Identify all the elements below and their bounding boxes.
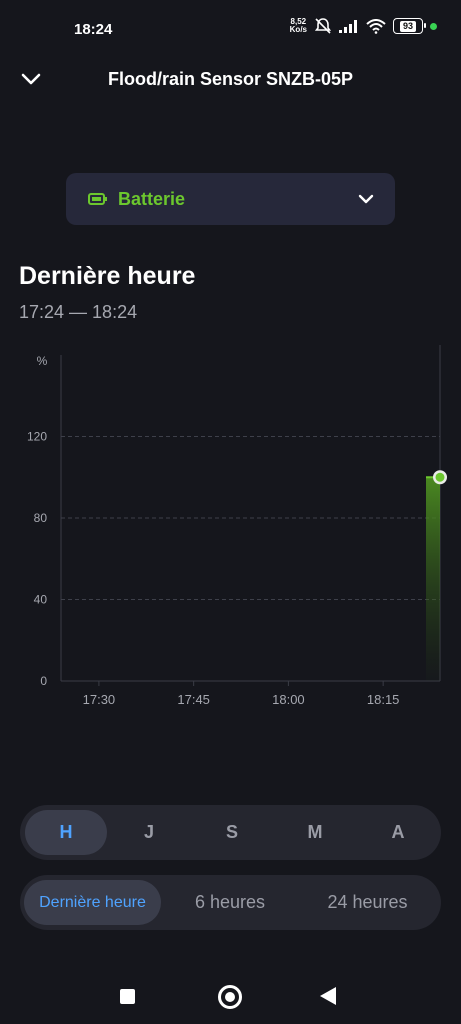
status-icons: 8,52 Ko/s 93 [290, 18, 437, 34]
tab-last-hour[interactable]: Dernière heure [24, 880, 161, 925]
status-bar: 18:24 8,52 Ko/s 93 [0, 0, 461, 60]
y-axis-unit-label: % [37, 354, 48, 368]
wifi-icon [366, 18, 386, 34]
x-tick-label: 17:45 [177, 692, 210, 707]
y-tick-label: 40 [34, 593, 48, 607]
range-tabs: Dernière heure 6 heures 24 heures [20, 875, 441, 930]
back-button[interactable] [320, 987, 336, 1005]
battery-icon [88, 193, 107, 205]
tab-year[interactable]: A [357, 810, 439, 855]
y-tick-label: 80 [34, 511, 48, 525]
network-speed-unit: Ko/s [289, 25, 307, 34]
network-speed: 8,52 Ko/s [290, 18, 307, 34]
tab-24-hours[interactable]: 24 heures [300, 880, 435, 925]
battery-indicator: 93 [393, 18, 426, 34]
tab-hour[interactable]: H [25, 810, 107, 855]
attribute-selector[interactable]: Batterie [66, 173, 395, 225]
tab-day[interactable]: J [108, 810, 190, 855]
battery-level: 93 [399, 20, 416, 32]
x-tick-label: 18:00 [272, 692, 305, 707]
tab-week[interactable]: S [191, 810, 273, 855]
status-time: 18:24 [74, 21, 113, 38]
period-range: 17:24 — 18:24 [19, 302, 138, 322]
battery-chart: % 0 40 80 120 17:30 17:45 18:00 18:15 [0, 340, 461, 720]
y-tick-label: 0 [40, 674, 47, 688]
y-tick-label: 120 [27, 430, 47, 444]
app-header: Flood/rain Sensor SNZB-05P [0, 60, 461, 98]
x-tick-label: 18:15 [367, 692, 400, 707]
tab-6-hours[interactable]: 6 heures [170, 880, 290, 925]
data-area [426, 477, 440, 681]
system-nav-bar [0, 965, 461, 1024]
attribute-selector-label: Batterie [118, 189, 186, 209]
privacy-dot [430, 22, 437, 30]
data-point [435, 472, 445, 482]
silent-bell-icon [314, 18, 332, 34]
tab-month[interactable]: M [274, 810, 356, 855]
period-title: Dernière heure [19, 262, 196, 290]
home-button[interactable] [218, 985, 242, 1009]
x-tick-label: 17:30 [83, 692, 116, 707]
granularity-tabs: H J S M A [20, 805, 441, 860]
chart-svg: % 0 40 80 120 17:30 17:45 18:00 18:15 [27, 345, 447, 707]
recents-button[interactable] [120, 989, 135, 1004]
page-title: Flood/rain Sensor SNZB-05P [107, 69, 354, 89]
signal-icon [339, 19, 357, 33]
chevron-down-icon [358, 194, 374, 204]
